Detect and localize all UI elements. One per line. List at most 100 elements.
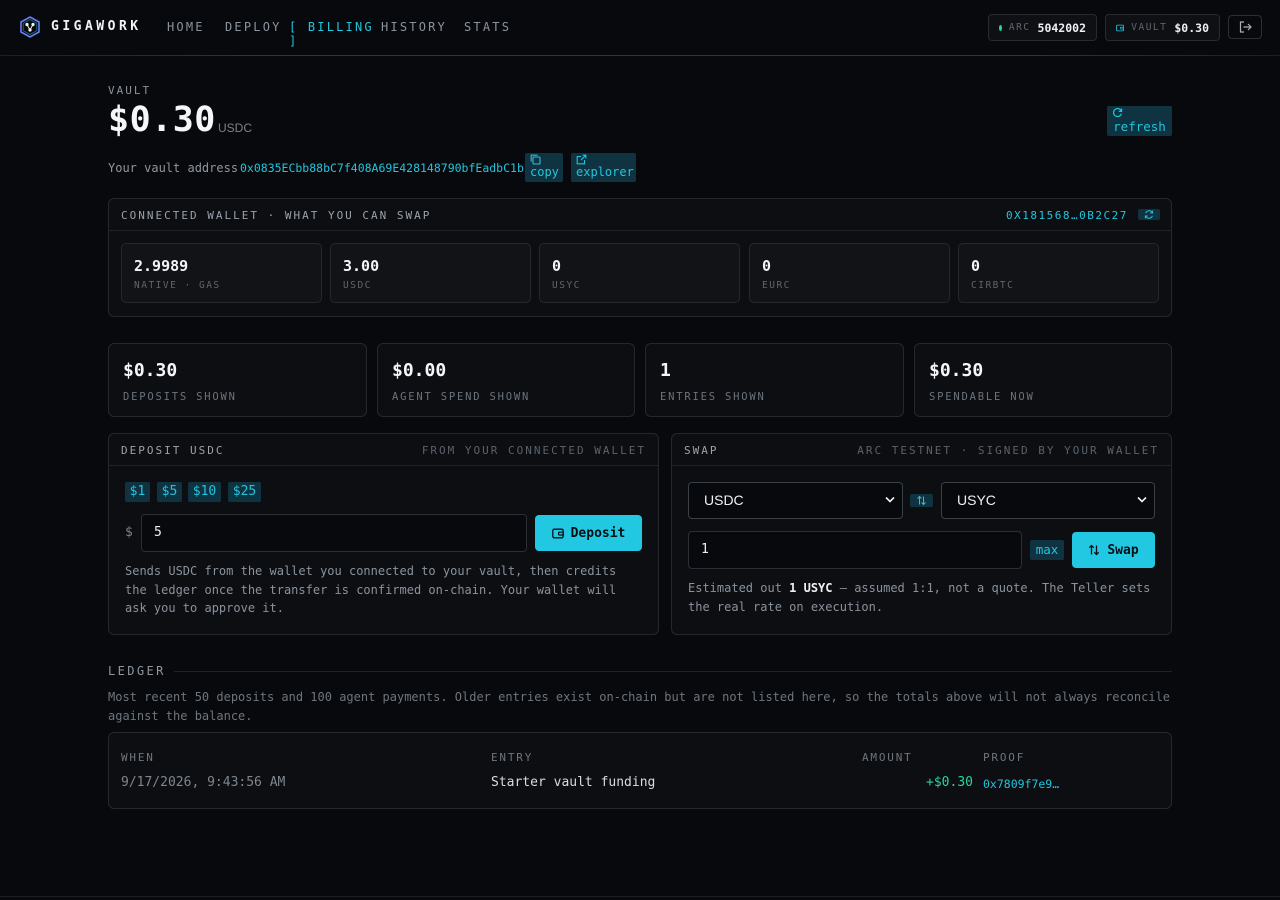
column-entry: ENTRY — [491, 751, 534, 764]
vault-balance-pill[interactable]: VAULT $0.30 — [1105, 14, 1220, 41]
balance-value: 0 — [552, 257, 562, 275]
chevron-down-icon — [885, 496, 895, 503]
max-button[interactable]: max — [1030, 540, 1064, 560]
deposit-amount-input[interactable]: 5 — [141, 514, 527, 552]
balance-label: EURC — [762, 280, 791, 291]
arc-label: ARC — [1008, 22, 1031, 33]
external-link-icon — [576, 154, 587, 165]
stat-label: SPENDABLE NOW — [929, 391, 1035, 403]
connected-wallet-header: CONNECTED WALLET · WHAT YOU CAN SWAP 0X1… — [109, 199, 1171, 231]
ledger-row-proof-link[interactable]: 0x7809f7e9… — [983, 777, 1059, 791]
explorer-label: explorer — [576, 165, 634, 179]
nav-deploy[interactable]: DEPLOY — [225, 20, 289, 34]
swap-to-select[interactable]: USYC — [941, 482, 1155, 519]
stat-entries-shown: 1 ENTRIES SHOWN — [645, 343, 904, 417]
stat-label: AGENT SPEND SHOWN — [392, 391, 531, 403]
ledger-title: LEDGER — [108, 664, 166, 678]
quick-amount-10[interactable]: $10 — [188, 482, 221, 502]
swap-estimate: Estimated out 1 USYC — assumed 1:1, not … — [688, 579, 1158, 616]
column-proof: PROOF — [983, 751, 1026, 764]
brand-name[interactable]: GIGAWORK — [51, 19, 142, 34]
nav-bracket-right: ] — [289, 34, 299, 48]
flip-tokens-button[interactable] — [910, 494, 933, 507]
copy-icon — [530, 154, 541, 165]
refresh-icon — [1112, 107, 1123, 118]
swap-title: SWAP — [684, 444, 719, 457]
swap-header: SWAP ARC TESTNET · SIGNED BY YOUR WALLET — [672, 434, 1171, 466]
arc-chain-pill[interactable]: ARC 5042002 — [988, 14, 1097, 41]
swap-arrows-icon — [1089, 544, 1100, 556]
balance-native: 2.9989 NATIVE · GAS — [121, 243, 322, 303]
ledger-row-when: 9/17/2026, 9:43:56 AM — [121, 775, 286, 790]
logout-icon — [1239, 21, 1252, 33]
stat-value: $0.30 — [929, 360, 984, 381]
balance-label: CIRBTC — [971, 280, 1015, 291]
balance-usyc: 0 USYC — [539, 243, 740, 303]
ledger-row-amount: +$0.30 — [926, 775, 973, 790]
vault-address-label: Your vault address — [108, 161, 239, 175]
refresh-button[interactable]: refresh — [1107, 106, 1172, 136]
stat-value: $0.00 — [392, 360, 447, 381]
deposit-note: Sends USDC from the wallet you connected… — [125, 564, 617, 615]
logout-button[interactable] — [1228, 15, 1262, 39]
swap-button-label: Swap — [1107, 542, 1139, 558]
explorer-link-button[interactable]: explorer — [571, 153, 636, 182]
swap-arrows-icon — [917, 495, 926, 506]
swap-from-value: USDC — [704, 492, 744, 508]
balance-eurc: 0 EURC — [749, 243, 950, 303]
deposit-subtitle: FROM YOUR CONNECTED WALLET — [421, 444, 646, 457]
wallet-icon — [1116, 24, 1125, 31]
nav-home[interactable]: HOME — [167, 20, 225, 34]
balance-value: 2.9989 — [134, 257, 189, 275]
vault-balance-unit: USDC — [218, 121, 253, 135]
balance-cirbtc: 0 CIRBTC — [958, 243, 1159, 303]
connected-wallet-title: CONNECTED WALLET · WHAT YOU CAN SWAP — [121, 209, 432, 222]
column-amount: AMOUNT — [862, 751, 913, 764]
quick-amount-5[interactable]: $5 — [157, 482, 182, 502]
vault-balance-amount: $0.30 — [108, 100, 216, 140]
vault-eyebrow: VAULT — [108, 84, 152, 97]
stat-deposits-shown: $0.30 DEPOSITS SHOWN — [108, 343, 367, 417]
balance-label: USYC — [552, 280, 581, 291]
nav-billing-label: BILLING — [307, 20, 374, 34]
stat-value: 1 — [660, 360, 671, 381]
hex-logo-icon[interactable] — [19, 16, 41, 38]
stat-label: ENTRIES SHOWN — [660, 391, 766, 403]
ledger-note: Most recent 50 deposits and 100 agent pa… — [108, 690, 1171, 723]
arc-block: 5042002 — [1037, 20, 1086, 35]
main-nav: HOME DEPLOY [ BILLING ] HISTORY STATS — [167, 20, 514, 48]
stat-spendable-now: $0.30 SPENDABLE NOW — [914, 343, 1172, 417]
stat-value: $0.30 — [123, 360, 178, 381]
nav-stats[interactable]: STATS — [464, 20, 514, 34]
ledger-table — [108, 732, 1172, 809]
currency-symbol: $ — [125, 525, 133, 540]
quick-amount-25[interactable]: $25 — [228, 482, 261, 502]
balance-usdc: 3.00 USDC — [330, 243, 531, 303]
vault-address[interactable]: 0x0835ECbb88bC7f408A69E428148790bfEadbC1… — [240, 161, 531, 175]
vault-pill-label: VAULT — [1131, 22, 1168, 33]
copy-address-button[interactable]: copy — [525, 153, 563, 182]
balance-value: 0 — [971, 257, 981, 275]
nav-billing[interactable]: [ BILLING ] — [289, 20, 381, 48]
status-dot-icon — [999, 24, 1002, 31]
swap-button[interactable]: Swap — [1072, 532, 1155, 568]
deposit-button[interactable]: Deposit — [535, 515, 642, 551]
nav-bracket-left: [ — [289, 20, 308, 34]
vault-pill-value: $0.30 — [1174, 20, 1209, 35]
top-bar: GIGAWORK HOME DEPLOY [ BILLING ] HISTORY… — [0, 0, 1280, 56]
connected-wallet-address[interactable]: 0X181568…0B2C27 — [1006, 209, 1128, 222]
swap-from-select[interactable]: USDC — [688, 482, 903, 519]
stat-agent-spend: $0.00 AGENT SPEND SHOWN — [377, 343, 635, 417]
balance-label: USDC — [343, 280, 372, 291]
swap-amount-input[interactable]: 1 — [688, 531, 1022, 569]
connected-wallet-card: CONNECTED WALLET · WHAT YOU CAN SWAP 0X1… — [108, 198, 1172, 317]
quick-amount-1[interactable]: $1 — [125, 482, 150, 502]
refresh-label: refresh — [1113, 119, 1166, 134]
deposit-header: DEPOSIT USDC FROM YOUR CONNECTED WALLET — [109, 434, 658, 466]
chevron-down-icon — [1137, 496, 1147, 503]
swap-subtitle: ARC TESTNET · SIGNED BY YOUR WALLET — [857, 444, 1159, 457]
switch-wallet-button[interactable] — [1138, 209, 1160, 220]
swap-to-value: USYC — [957, 492, 996, 508]
nav-history[interactable]: HISTORY — [381, 20, 464, 34]
estimate-value: 1 USYC — [789, 581, 833, 595]
